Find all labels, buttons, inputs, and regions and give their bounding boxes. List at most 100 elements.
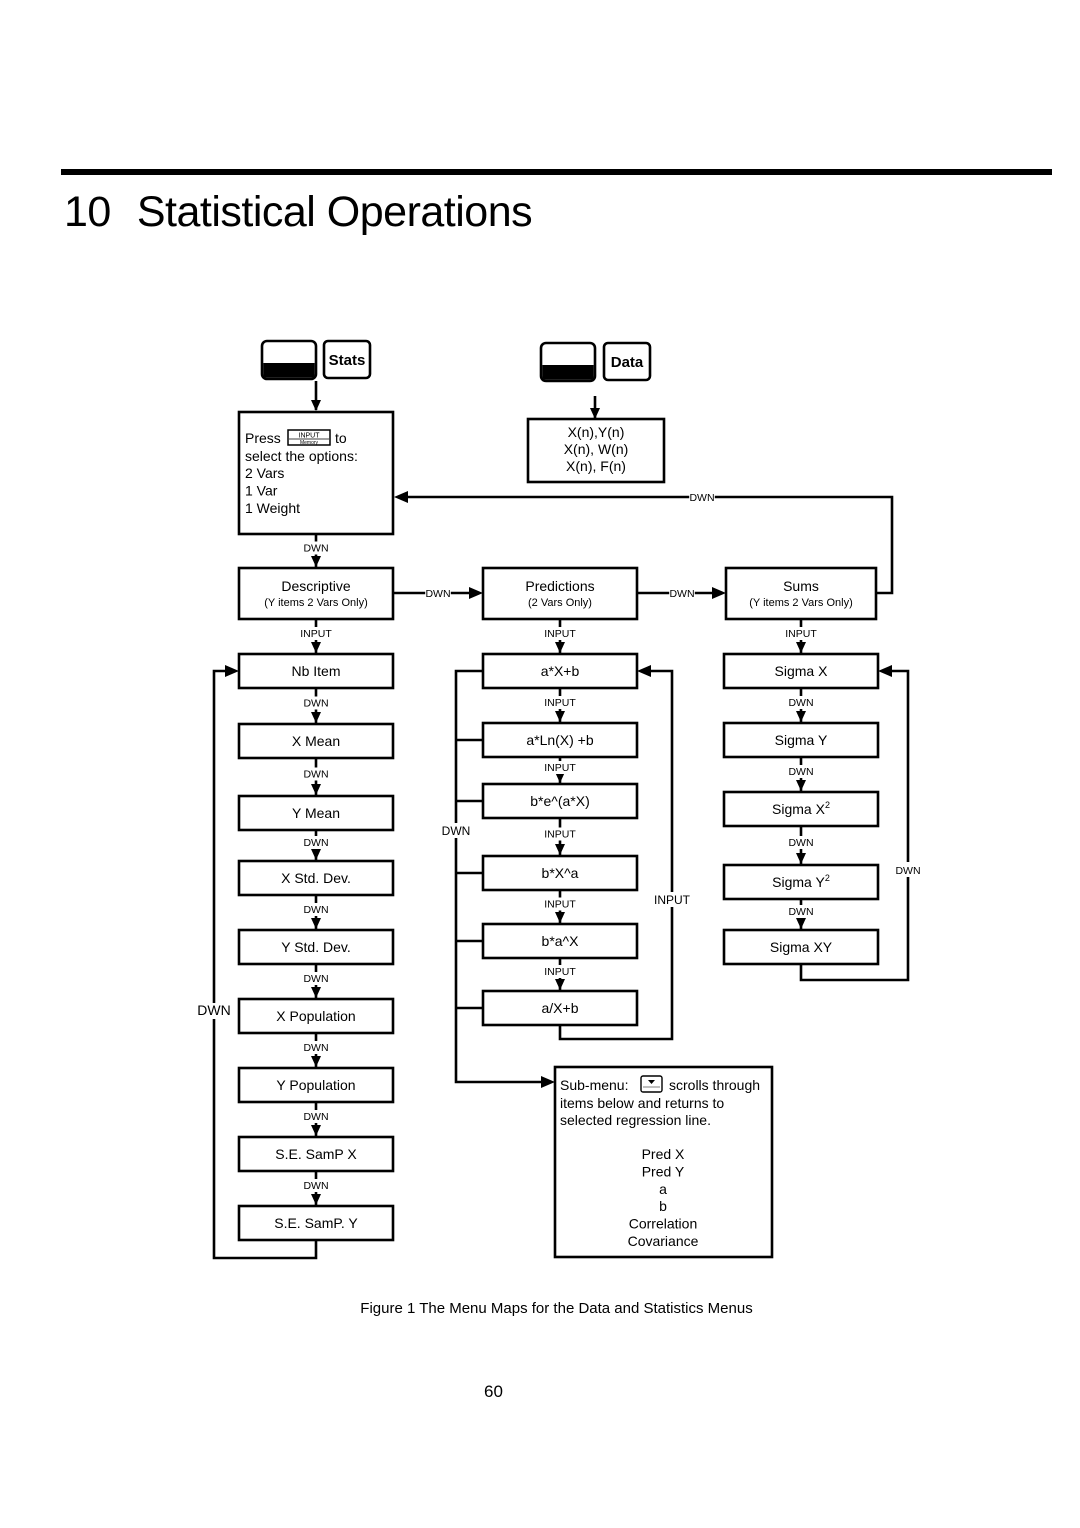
category-subtitle-2: (Y items 2 Vars Only): [749, 597, 853, 609]
prediction-item-5: a/X+b: [542, 1000, 579, 1016]
prediction-input-label: INPUT: [544, 697, 576, 709]
data-key[interactable]: Data: [602, 341, 652, 382]
sums-dwn-label: DWN: [788, 697, 813, 709]
arrow-down-icon: [311, 1125, 321, 1136]
key-fill: [542, 365, 594, 380]
prediction-item-2: b*e^(a*X): [530, 793, 590, 809]
shift-key-data[interactable]: [539, 341, 597, 383]
sums-item-1: Sigma Y: [775, 732, 828, 748]
descriptive-input-label: INPUT: [300, 628, 332, 640]
prediction-input-label: INPUT: [544, 829, 576, 841]
descriptive-item-3: X Std. Dev.: [281, 870, 351, 886]
descriptive-dwn-label: DWN: [303, 973, 328, 985]
prediction-loop-label: INPUT: [654, 893, 691, 907]
arrow-down-icon: [311, 784, 321, 795]
submenu-item-4: Correlation: [629, 1216, 697, 1232]
submenu-item-5: Covariance: [628, 1233, 699, 1249]
input-key-icon: INPUTMemory: [287, 429, 331, 446]
key-fill: [263, 363, 315, 378]
arrow-right-icon: [225, 665, 239, 677]
arrow-down-icon: [311, 556, 321, 567]
stats-key[interactable]: Stats: [322, 339, 372, 380]
arrow-down-icon: [311, 849, 321, 860]
descriptive-dwn-label: DWN: [303, 698, 328, 710]
sums-dwn-label: DWN: [788, 906, 813, 918]
sums-item-3: Sigma Y2: [772, 873, 830, 890]
arrow-down-icon: [311, 918, 321, 929]
arrow-down-icon: [311, 987, 321, 998]
arrow-down-icon: [555, 979, 565, 990]
category-subtitle-0: (Y items 2 Vars Only): [264, 597, 368, 609]
arrow-right-icon: [541, 1076, 555, 1088]
descriptive-dwn-label: DWN: [303, 904, 328, 916]
prediction-dwn-label: DWN: [442, 824, 471, 838]
sums-dwn-label: DWN: [788, 766, 813, 778]
sums-item-4: Sigma XY: [770, 939, 833, 955]
data-format-0: X(n),Y(n): [568, 424, 625, 440]
arrow-down-icon: [796, 853, 806, 864]
arrow-left-icon: [637, 665, 651, 677]
category-title-2: Sums: [783, 578, 819, 594]
sums-input-label: INPUT: [785, 628, 817, 640]
descriptive-dwn-label: DWN: [303, 837, 328, 849]
arrow-down-icon: [796, 642, 806, 653]
descriptive-dwn-label: DWN: [303, 1042, 328, 1054]
arrow-left-icon: [394, 491, 408, 503]
shift-key-stats[interactable]: [260, 339, 318, 381]
prediction-input-label: INPUT: [544, 762, 576, 774]
prediction-item-0: a*X+b: [541, 663, 580, 679]
arrow-down-icon: [555, 711, 565, 722]
submenu-label: Sub-menu:: [560, 1077, 628, 1093]
descriptive-item-8: S.E. SamP. Y: [274, 1215, 358, 1231]
stats-option-0: 2 Vars: [245, 465, 284, 481]
input-key-bottom: Memory: [300, 440, 319, 446]
predictions-to-sums-label: DWN: [669, 588, 694, 600]
category-title-0: Descriptive: [281, 578, 350, 594]
arrow-right-icon: [712, 587, 726, 599]
descriptive-loop-label: DWN: [197, 1002, 230, 1018]
prediction-item-4: b*a^X: [542, 933, 580, 949]
figure-caption: Figure 1 The Menu Maps for the Data and …: [360, 1300, 753, 1317]
descriptive-item-2: Y Mean: [292, 805, 340, 821]
descriptive-item-5: X Population: [276, 1008, 355, 1024]
descriptive-to-predictions-label: DWN: [425, 588, 450, 600]
arrow-down-icon: [555, 642, 565, 653]
category-title-1: Predictions: [525, 578, 594, 594]
submenu-item-0: Pred X: [642, 1146, 685, 1162]
to-label: to: [335, 430, 347, 446]
submenu-desc-2: items below and returns to: [560, 1095, 724, 1111]
descriptive-dwn-label: DWN: [303, 1111, 328, 1123]
arrow-down-icon: [555, 844, 565, 855]
descriptive-item-0: Nb Item: [291, 663, 340, 679]
descriptive-item-4: Y Std. Dev.: [281, 939, 351, 955]
arrow-down-icon: [590, 408, 600, 419]
arrow-down-icon: [555, 912, 565, 923]
prediction-input-label: INPUT: [544, 966, 576, 978]
arrow-down-icon: [796, 918, 806, 929]
descriptive-dwn-label: DWN: [303, 769, 328, 781]
predictions-input-label: INPUT: [544, 628, 576, 640]
stats-option-2: 1 Weight: [245, 500, 300, 516]
sums-item-2: Sigma X2: [772, 800, 830, 817]
data-format-1: X(n), W(n): [564, 441, 629, 457]
submenu-desc-1: scrolls through: [669, 1077, 760, 1093]
sums-to-options-label: DWN: [689, 492, 714, 504]
sums-item-base: Sigma Y: [775, 732, 828, 748]
page-number: 60: [484, 1382, 503, 1401]
descriptive-item-6: Y Population: [276, 1077, 355, 1093]
descriptive-dwn-label: DWN: [303, 1180, 328, 1192]
superscript: 2: [825, 800, 830, 810]
press-label: Press: [245, 430, 281, 446]
arrow-down-icon: [796, 780, 806, 791]
sums-item-base: Sigma XY: [770, 939, 833, 955]
submenu-item-2: a: [659, 1181, 667, 1197]
down-key-icon: [640, 1075, 663, 1093]
arrow-right-icon: [469, 587, 483, 599]
prediction-input-label: INPUT: [544, 899, 576, 911]
input-key-top: INPUT: [299, 433, 321, 440]
arrow-down-icon: [311, 1056, 321, 1067]
menu-map-diagram: Stats DataPress INPUTMemory toselect the op…: [196, 339, 926, 1260]
prediction-item-1: a*Ln(X) +b: [526, 732, 594, 748]
data-format-2: X(n), F(n): [566, 458, 626, 474]
prediction-item-3: b*X^a: [542, 865, 579, 881]
